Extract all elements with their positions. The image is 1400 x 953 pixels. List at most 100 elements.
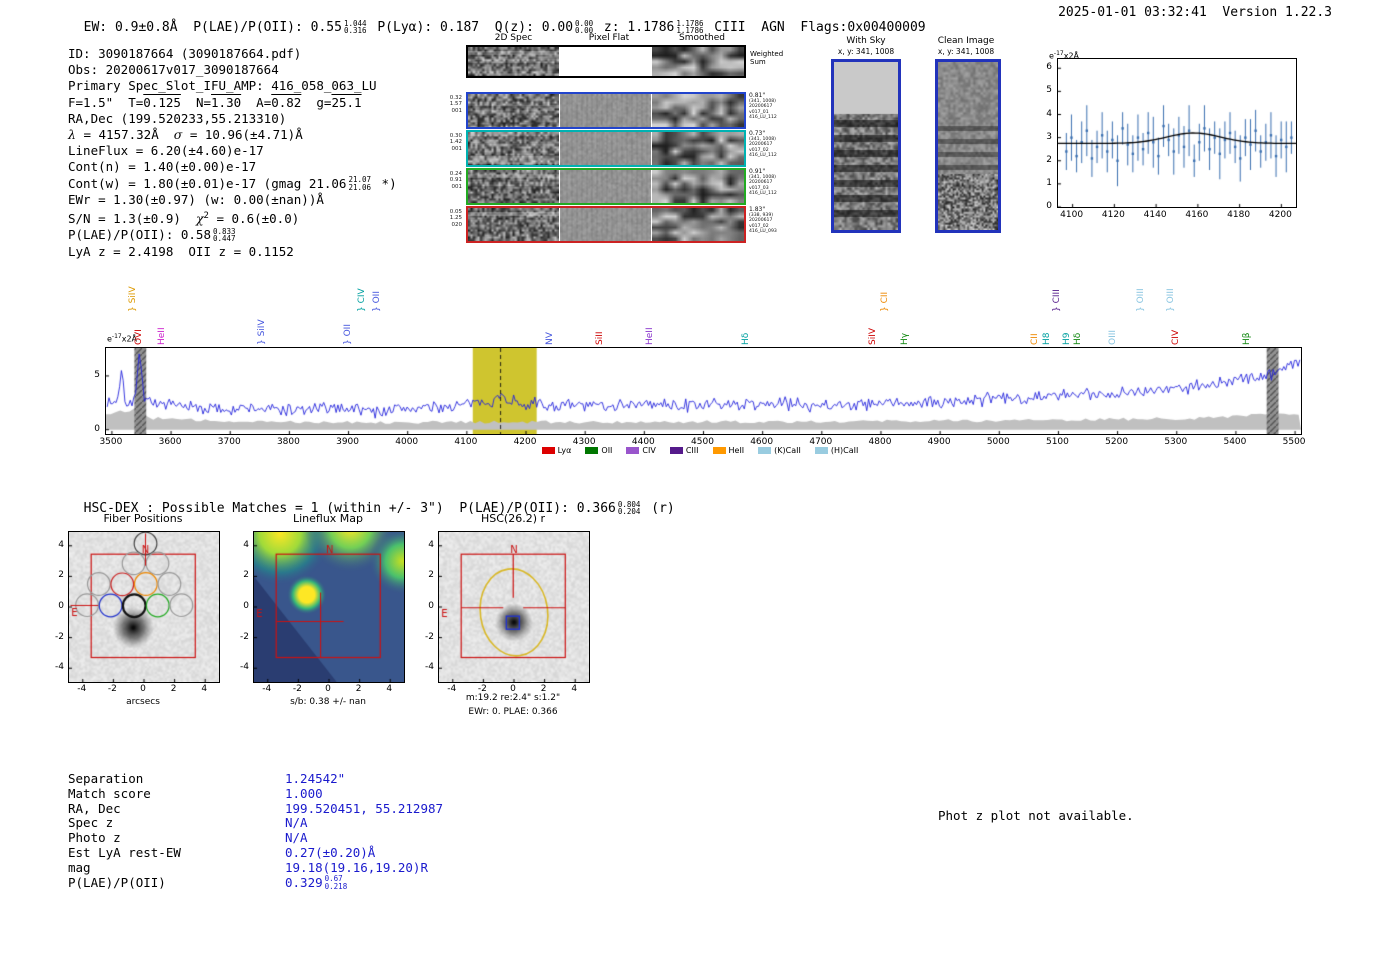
lineflux-map-panel bbox=[253, 531, 405, 683]
zoom-y-tick: 0 bbox=[1046, 201, 1052, 211]
ylabel-exponent: -17 bbox=[111, 333, 122, 340]
match-value: N/A bbox=[285, 815, 308, 831]
arcsecs-label: arcsecs bbox=[126, 697, 160, 707]
cutout-x-tick: -2 bbox=[292, 684, 302, 694]
zoom-spectrum-canvas bbox=[1058, 59, 1296, 207]
emission-line-label: CIV bbox=[1170, 329, 1181, 345]
lambda-value: = 4157.32Å bbox=[75, 127, 174, 143]
with-sky-coords: x, y: 341, 1008 bbox=[837, 47, 895, 56]
emission-line-label: SiIV bbox=[867, 327, 878, 345]
gmag-value: 25.1 bbox=[331, 94, 362, 110]
legend-swatch bbox=[669, 447, 683, 454]
info-id: ID: 3090187664 (3090187664.pdf) bbox=[68, 46, 302, 61]
legend-item: CIV bbox=[626, 446, 656, 455]
emission-line-label: HeII bbox=[645, 327, 656, 345]
twod-row-left-label: 0.32 1.57 001 bbox=[445, 95, 462, 114]
spectrum-x-tick: 4300 bbox=[572, 437, 596, 447]
match-row-photoz: Photo z N/A bbox=[68, 830, 443, 845]
legend-item: (K)CaII bbox=[758, 446, 801, 455]
weighted-line2: Sum bbox=[750, 58, 766, 66]
cutout-x-tick: -2 bbox=[107, 684, 117, 694]
lineflux-map-title: Lineflux Map bbox=[292, 512, 364, 525]
header-ew: EW: 0.9±0.8Å bbox=[83, 20, 194, 36]
emission-line-label: } OII bbox=[343, 324, 354, 345]
frac-bottom: 0.316 bbox=[343, 26, 367, 36]
sigma-value: = 10.96(±4.71)Å bbox=[182, 127, 303, 143]
twod-col-title-smoothed: Smoothed bbox=[679, 33, 725, 43]
cutout-y-tick: 2 bbox=[428, 570, 434, 581]
cutout-y-tick: 2 bbox=[58, 570, 64, 581]
twod-col-title-flat: Pixel Flat bbox=[588, 33, 630, 43]
smoothed-image bbox=[652, 170, 744, 203]
match-label: Est LyA rest-EW bbox=[68, 844, 181, 860]
spectrum-x-tick: 5400 bbox=[1223, 437, 1247, 447]
spectrum-x-tick: 4700 bbox=[809, 437, 833, 447]
twod-fiber-row bbox=[466, 130, 746, 167]
match-row-specz: Spec z N/A bbox=[68, 815, 443, 830]
emission-line-label: OVI bbox=[134, 329, 145, 345]
clean-image-canvas bbox=[938, 62, 998, 230]
legend-item: OII bbox=[585, 446, 612, 455]
twod-row-left-label: 0.05 1.25 020 bbox=[445, 209, 462, 228]
pixel-flat-image bbox=[560, 208, 651, 241]
cont-w-range: 21.07 21.06 bbox=[348, 176, 371, 191]
twod-spec-image bbox=[468, 94, 559, 127]
main-spectrum-canvas bbox=[106, 348, 1301, 434]
match-label: RA, Dec bbox=[68, 800, 121, 816]
main-spectrum-plot bbox=[105, 347, 1302, 435]
match-value: 0.27(±0.20)Å bbox=[285, 844, 376, 860]
emission-line-label: } SiIV bbox=[257, 319, 268, 345]
twod-row-left-label: 0.30 1.42 001 bbox=[445, 133, 462, 152]
zoom-x-tick: 4200 bbox=[1268, 210, 1292, 220]
zoom-y-tick: 2 bbox=[1046, 154, 1052, 165]
spectrum-ylabel: e-17x2Å bbox=[107, 333, 137, 344]
spectrum-x-tick: 5100 bbox=[1045, 437, 1069, 447]
match-row-radec: RA, Dec 199.520451, 55.212987 bbox=[68, 801, 443, 816]
hsc-cutout-panel bbox=[438, 531, 590, 683]
cutout-x-tick: -4 bbox=[77, 684, 87, 694]
spectrum-x-tick: 5000 bbox=[986, 437, 1010, 447]
emission-line-label: Hβ bbox=[1241, 332, 1252, 345]
emission-line-label: SiII bbox=[594, 331, 605, 345]
with-sky-canvas bbox=[834, 62, 898, 230]
legend-item: CIII bbox=[669, 446, 699, 455]
emission-line-label: H9 bbox=[1061, 332, 1072, 346]
zoom-y-tick: 3 bbox=[1046, 131, 1052, 142]
cutout-x-tick: -4 bbox=[447, 684, 457, 694]
twod-summary-row bbox=[466, 45, 746, 78]
spectrum-legend: Lyα OII CIV CIII HeII (K)CaII (H)CaII bbox=[0, 446, 1400, 455]
emission-line-label: CII bbox=[1029, 333, 1040, 345]
header-flags: Flags:0x00400009 bbox=[800, 20, 926, 36]
legend-item: Lyα bbox=[541, 446, 571, 455]
emission-line-label: HeII bbox=[156, 327, 167, 345]
legend-label: (K)CaII bbox=[774, 446, 801, 455]
emission-line-label: } SiIV bbox=[128, 286, 139, 312]
info-wavelength: λ = 4157.32Å σ = 10.96(±4.71)Å bbox=[68, 127, 397, 143]
emission-line-label: } OIII bbox=[1166, 288, 1177, 312]
legend-swatch bbox=[758, 447, 772, 454]
cutout-y-tick: 0 bbox=[243, 601, 249, 611]
match-plae-range: 0.67 0.218 bbox=[325, 875, 348, 890]
info-plae: P(LAE)/P(OII): 0.58 0.833 0.447 bbox=[68, 227, 397, 243]
header-summary: EW: 0.9±0.8Å P(LAE)/P(OII): 0.55 1.044 0.3… bbox=[68, 5, 926, 36]
lineflux-map-canvas bbox=[254, 532, 404, 682]
ylabel-exponent: -17 bbox=[1053, 50, 1064, 57]
match-label: Separation bbox=[68, 771, 144, 786]
info-block: ID: 3090187664 (3090187664.pdf) Obs: 202… bbox=[68, 46, 397, 260]
spectrum-x-tick: 3500 bbox=[99, 437, 123, 447]
info-ewr: EWr = 1.30(±0.97) (w: 0.00(±nan))Å bbox=[68, 191, 324, 207]
cutout-y-tick: -2 bbox=[55, 631, 64, 642]
emission-line-label: Hδ bbox=[1072, 332, 1083, 345]
zoom-x-tick: 4160 bbox=[1185, 210, 1209, 220]
match-value: 199.520451, 55.212987 bbox=[285, 800, 444, 816]
match-row-plae: P(LAE)/P(OII) 0.329 0.67 0.218 bbox=[68, 875, 443, 890]
cutout-x-tick: 0 bbox=[140, 684, 146, 694]
legend-label: CIV bbox=[642, 446, 656, 455]
zoom-x-tick: 4100 bbox=[1060, 210, 1084, 220]
plae-range: 0.833 0.447 bbox=[213, 228, 236, 243]
cutout-x-tick: -2 bbox=[477, 684, 487, 694]
spectrum-y-tick: 0 bbox=[94, 423, 100, 434]
legend-swatch bbox=[626, 447, 640, 454]
twod-spec-image bbox=[468, 170, 559, 203]
twod-fiber-row bbox=[466, 92, 746, 129]
